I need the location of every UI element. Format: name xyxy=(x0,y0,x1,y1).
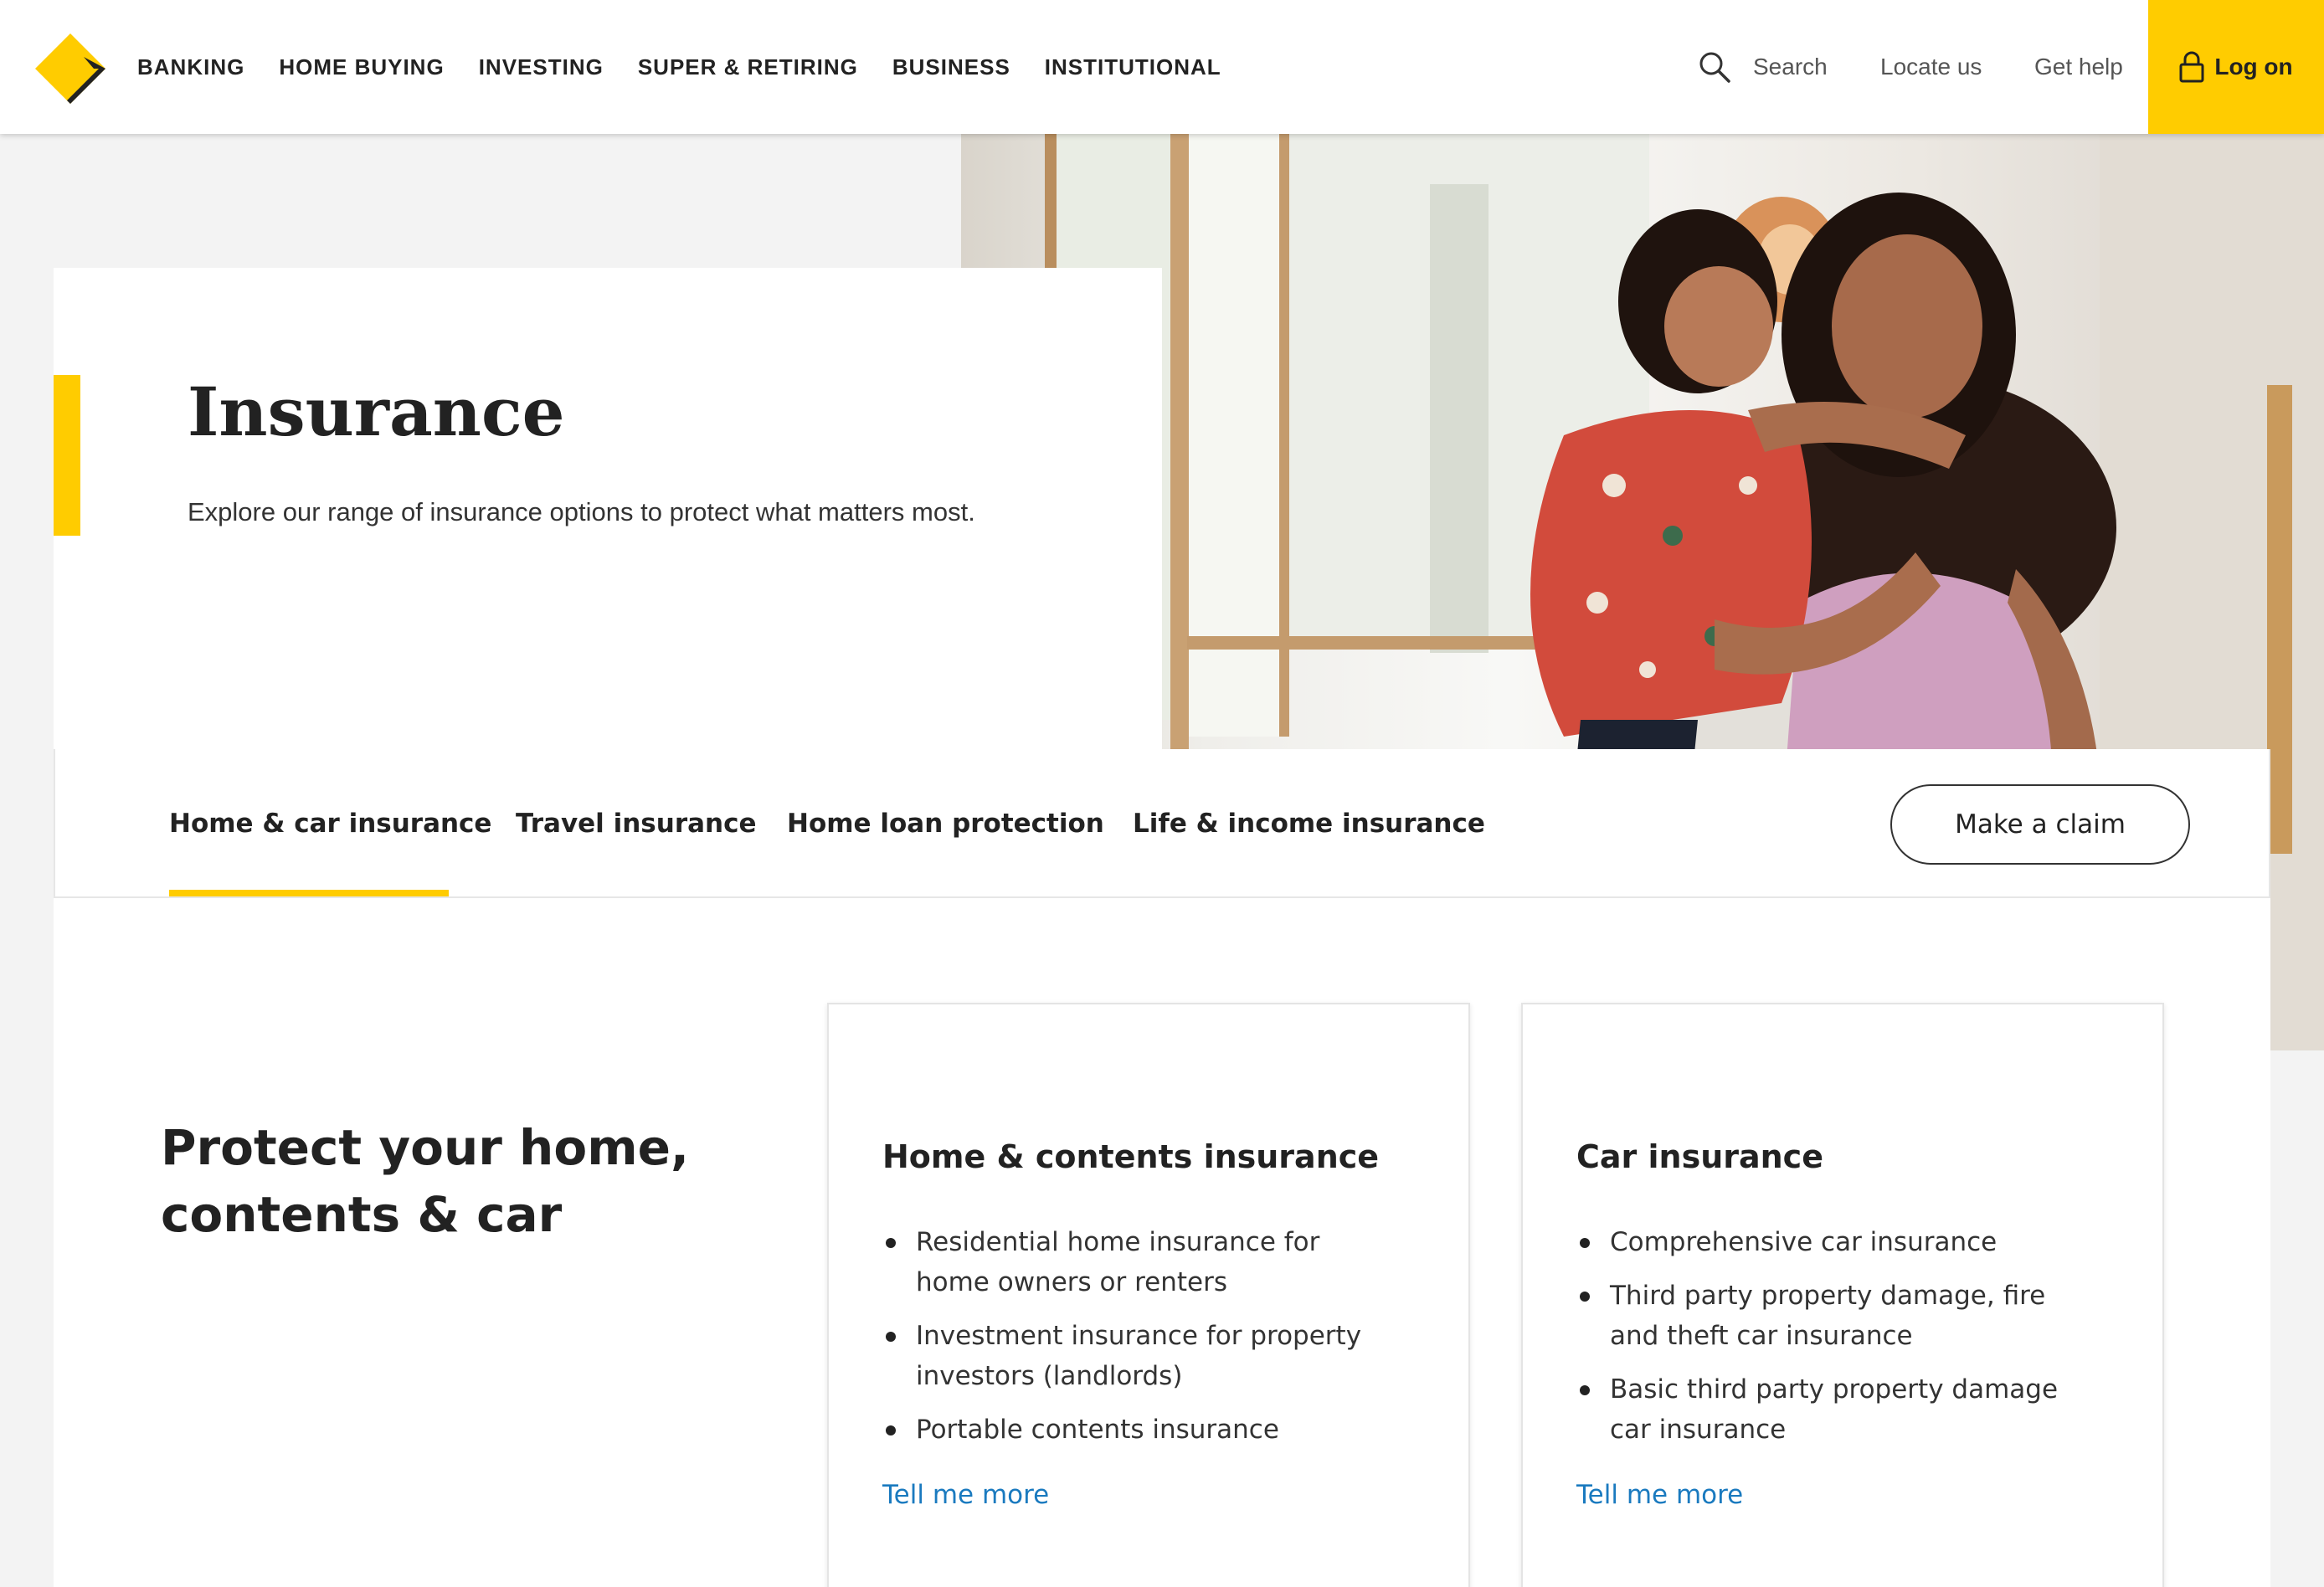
active-tab-indicator xyxy=(169,890,449,896)
tab-home-car-insurance[interactable]: Home & car insurance xyxy=(169,749,491,898)
car-insurance-card: Car insurance Comprehensive car insuranc… xyxy=(1521,1003,2164,1587)
section-heading: Protect your home, contents & car xyxy=(161,1119,690,1243)
log-on-label: Log on xyxy=(2214,54,2293,80)
nav-business[interactable]: BUSINESS xyxy=(892,54,1010,80)
search-link[interactable]: Search xyxy=(1698,0,1828,134)
list-item: Investment insurance for property invest… xyxy=(882,1316,1401,1396)
tab-travel-insurance[interactable]: Travel insurance xyxy=(516,749,757,898)
get-help-link[interactable]: Get help xyxy=(2034,0,2123,134)
card-title: Home & contents insurance xyxy=(882,1138,1380,1175)
diamond-logo-icon[interactable] xyxy=(33,32,107,105)
page-subtitle: Explore our range of insurance options t… xyxy=(188,497,975,526)
lock-icon xyxy=(2179,51,2204,83)
home-contents-card: Home & contents insurance Residential ho… xyxy=(827,1003,1470,1587)
tab-life-income-insurance[interactable]: Life & income insurance xyxy=(1133,749,1485,898)
nav-investing[interactable]: INVESTING xyxy=(479,54,604,80)
log-on-button[interactable]: Log on xyxy=(2148,0,2324,134)
tab-home-loan-protection[interactable]: Home loan protection xyxy=(787,749,1104,898)
nav-home-buying[interactable]: HOME BUYING xyxy=(279,54,444,80)
nav-institutional[interactable]: INSTITUTIONAL xyxy=(1045,54,1221,80)
card-bullet-list: Residential home insurance for home owne… xyxy=(882,1222,1401,1463)
tell-me-more-link[interactable]: Tell me more xyxy=(1576,1480,1743,1510)
tell-me-more-link[interactable]: Tell me more xyxy=(882,1480,1049,1510)
card-title: Car insurance xyxy=(1576,1138,1823,1175)
locate-us-link[interactable]: Locate us xyxy=(1880,0,1982,134)
insurance-tabs: Home & car insurance Travel insurance Ho… xyxy=(54,749,2270,898)
main-nav: BANKING HOME BUYING INVESTING SUPER & RE… xyxy=(137,0,1256,134)
list-item: Portable contents insurance xyxy=(882,1410,1401,1450)
nav-super-retiring[interactable]: SUPER & RETIRING xyxy=(638,54,858,80)
search-icon xyxy=(1699,52,1730,83)
list-item: Residential home insurance for home owne… xyxy=(882,1222,1401,1302)
make-a-claim-button[interactable]: Make a claim xyxy=(1890,784,2190,865)
list-item: Basic third party property damage car in… xyxy=(1576,1369,2095,1450)
hero-accent-bar xyxy=(54,375,80,536)
card-bullet-list: Comprehensive car insurance Third party … xyxy=(1576,1222,2095,1463)
nav-banking[interactable]: BANKING xyxy=(137,54,244,80)
main-content: Home & car insurance Travel insurance Ho… xyxy=(54,749,2270,1587)
site-header: BANKING HOME BUYING INVESTING SUPER & RE… xyxy=(0,0,2324,134)
list-item: Third party property damage, fire and th… xyxy=(1576,1276,2095,1356)
page-title: Insurance xyxy=(188,372,565,451)
search-label: Search xyxy=(1753,54,1828,80)
list-item: Comprehensive car insurance xyxy=(1576,1222,2095,1262)
